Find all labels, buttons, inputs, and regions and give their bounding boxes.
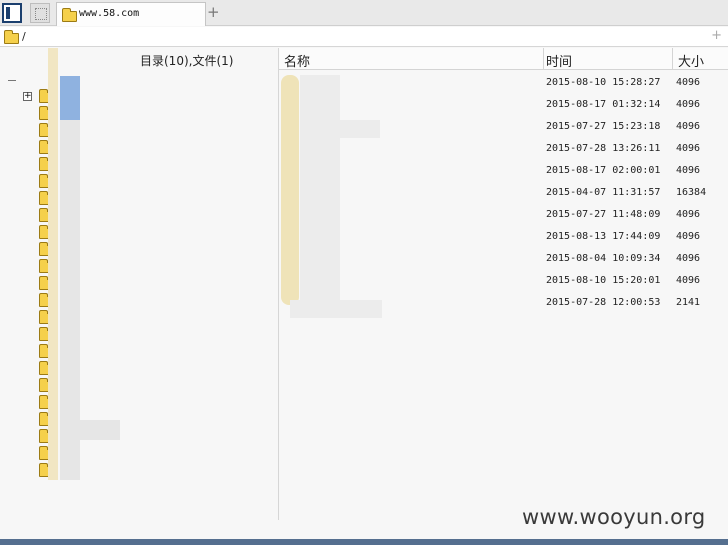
column-name-header[interactable]: 名称	[284, 51, 310, 70]
table-row[interactable]: 2015-07-27 15:23:18 4096	[279, 117, 728, 139]
file-time: 2015-08-10 15:20:01	[546, 275, 661, 286]
selected-node-highlight	[60, 76, 80, 120]
directory-tree: 目录(10),文件(1) +	[0, 48, 278, 520]
column-separator[interactable]	[672, 48, 673, 70]
tab-bar: www.58.com +	[0, 0, 728, 26]
tab-label: www.58.com	[79, 8, 140, 19]
new-tab-button[interactable]: +	[207, 4, 220, 20]
table-row[interactable]: 2015-07-27 11:48:09 4096	[279, 205, 728, 227]
file-list-header: 名称 时间 大小	[279, 48, 728, 70]
tab-site[interactable]: www.58.com	[56, 2, 206, 26]
table-row[interactable]: 2015-08-17 02:00:01 4096	[279, 161, 728, 183]
path-bar: / +	[0, 27, 728, 47]
folder-icon	[62, 8, 77, 22]
file-list: 2015-08-10 15:28:27 4096 2015-08-17 01:32…	[279, 73, 728, 315]
table-row[interactable]: 2015-04-07 11:31:57 16384	[279, 183, 728, 205]
file-size: 16384	[676, 187, 707, 198]
add-path-button[interactable]: +	[711, 28, 722, 43]
table-row[interactable]: 2015-07-28 12:00:53 2141	[279, 293, 728, 315]
file-size: 4096	[676, 165, 701, 176]
table-row[interactable]: 2015-08-13 17:44:09 4096	[279, 227, 728, 249]
column-time-header[interactable]: 时间	[546, 51, 572, 70]
tree-connector	[8, 80, 16, 81]
redacted-area	[60, 120, 80, 480]
file-time: 2015-08-17 01:32:14	[546, 99, 661, 110]
file-size: 2141	[676, 297, 701, 308]
file-size: 4096	[676, 121, 701, 132]
file-size: 4096	[676, 275, 701, 286]
file-time: 2015-07-28 12:00:53	[546, 297, 661, 308]
table-row[interactable]: 2015-08-17 01:32:14 4096	[279, 95, 728, 117]
status-bar	[0, 539, 728, 545]
file-time: 2015-07-27 15:23:18	[546, 121, 661, 132]
expand-icon[interactable]: +	[23, 92, 32, 101]
file-time: 2015-07-27 11:48:09	[546, 209, 661, 220]
file-time: 2015-04-07 11:31:57	[546, 187, 661, 198]
file-size: 4096	[676, 143, 701, 154]
blank-page-icon[interactable]	[30, 3, 50, 23]
file-size: 4096	[676, 253, 701, 264]
table-row[interactable]: 2015-08-10 15:28:27 4096	[279, 73, 728, 95]
table-row[interactable]: 2015-08-04 10:09:34 4096	[279, 249, 728, 271]
folder-icon	[4, 30, 19, 44]
file-time: 2015-08-13 17:44:09	[546, 231, 661, 242]
file-size: 4096	[676, 209, 701, 220]
file-size: 4096	[676, 231, 701, 242]
watermark: www.wooyun.org	[522, 505, 706, 529]
tree-header: 目录(10),文件(1)	[140, 54, 234, 68]
table-row[interactable]: 2015-08-10 15:20:01 4096	[279, 271, 728, 293]
column-separator[interactable]	[543, 48, 544, 70]
redacted-area	[48, 48, 58, 480]
file-time: 2015-08-17 02:00:01	[546, 165, 661, 176]
redacted-area	[80, 420, 120, 440]
table-row[interactable]: 2015-07-28 13:26:11 4096	[279, 139, 728, 161]
current-path[interactable]: /	[22, 30, 26, 43]
column-size-header[interactable]: 大小	[678, 51, 704, 70]
sidebar-toggle-icon[interactable]	[2, 3, 22, 23]
file-size: 4096	[676, 77, 701, 88]
file-time: 2015-07-28 13:26:11	[546, 143, 661, 154]
file-size: 4096	[676, 99, 701, 110]
file-time: 2015-08-04 10:09:34	[546, 253, 661, 264]
file-time: 2015-08-10 15:28:27	[546, 77, 661, 88]
